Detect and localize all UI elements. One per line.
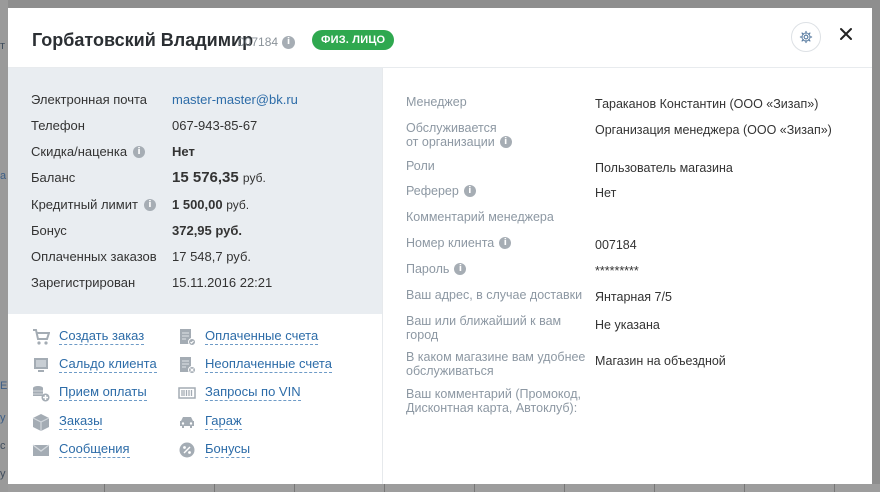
field-label: Оплаченных заказов	[31, 249, 157, 264]
percent-icon	[179, 442, 195, 458]
info-icon[interactable]: i	[133, 145, 146, 158]
action-label[interactable]: Запросы по VIN	[205, 383, 301, 401]
action-label[interactable]: Создать заказ	[59, 327, 145, 345]
field-label-line: Дисконтная карта, Автоклуб):	[406, 401, 578, 415]
bonus-value: 372,95 руб.	[172, 223, 243, 238]
registered-value: 15.11.2016 22:21	[172, 275, 273, 290]
modal-header: Горбатовский Владимир 007184 i ФИЗ. ЛИЦО	[8, 8, 872, 68]
client-id: 007184	[238, 35, 279, 49]
field-label: Телефон	[31, 118, 85, 133]
action-label[interactable]: Бонусы	[205, 440, 251, 458]
field-label-line: Ваш или ближайший к вам	[406, 314, 562, 328]
background-glyph: у	[0, 412, 6, 424]
invoice-unpaid-icon	[180, 357, 196, 374]
field-label: Роли	[406, 159, 435, 173]
currency-unit: руб.	[242, 171, 266, 185]
phone-value: 067-943-85-67	[172, 118, 258, 133]
email-link[interactable]: master-master@bk.ru	[172, 91, 298, 109]
background-glyph: Е	[0, 380, 8, 392]
close-button[interactable]	[836, 24, 856, 44]
coins-add-icon	[33, 386, 50, 402]
paid-orders-value: 17 548,7 руб.	[172, 249, 252, 264]
field-label: Бонус	[31, 223, 67, 238]
city-value: Не указана	[595, 318, 660, 332]
info-icon[interactable]: i	[499, 236, 512, 249]
background-glyph: т	[0, 40, 6, 52]
field-label: Баланс	[31, 170, 76, 185]
action-label[interactable]: Оплаченные счета	[205, 327, 319, 345]
field-label-line: Обслуживается	[406, 121, 497, 135]
field-label: Электронная почта	[31, 92, 148, 107]
background-glyph: у	[0, 468, 6, 480]
field-label-line: Ваш комментарий (Промокод,	[406, 387, 581, 401]
barcode-icon	[178, 387, 196, 399]
field-label: Зарегистрирован	[31, 275, 136, 290]
action-label[interactable]: Сальдо клиента	[59, 355, 157, 373]
field-label: Скидка/наценка	[31, 144, 128, 159]
info-icon[interactable]: i	[499, 135, 512, 148]
currency-unit: руб.	[226, 198, 250, 212]
field-label: Комментарий менеджера	[406, 210, 554, 224]
settings-button[interactable]	[791, 22, 821, 52]
field-label: Кредитный лимит	[31, 197, 138, 212]
info-icon[interactable]: i	[282, 36, 295, 49]
referrer-value: Нет	[595, 186, 617, 200]
action-label[interactable]: Гараж	[205, 412, 242, 430]
client-number-value: 007184	[595, 238, 637, 252]
background-glyph: с	[0, 440, 6, 452]
invoice-paid-icon	[180, 329, 196, 346]
box-icon	[32, 414, 50, 431]
action-label[interactable]: Прием оплаты	[59, 383, 147, 401]
cart-icon	[33, 329, 50, 345]
delivery-address-value: Янтарная 7/5	[595, 290, 672, 304]
column-divider	[382, 68, 383, 484]
action-label[interactable]: Неоплаченные счета	[205, 355, 332, 373]
background-glyph: а	[0, 170, 7, 182]
background-table-edge	[8, 484, 880, 492]
password-value: *********	[595, 264, 639, 278]
field-label: Номер клиента	[406, 236, 495, 250]
field-label-line: В каком магазине вам удобнее	[406, 350, 586, 364]
action-label[interactable]: Заказы	[59, 412, 103, 430]
info-icon[interactable]: i	[463, 184, 476, 197]
gear-icon	[799, 30, 813, 44]
field-label-line: от организации	[406, 135, 495, 149]
info-icon[interactable]: i	[143, 198, 156, 211]
client-card-modal: Горбатовский Владимир 007184 i ФИЗ. ЛИЦО…	[8, 8, 872, 484]
roles-value: Пользователь магазина	[595, 161, 733, 175]
field-label: Пароль	[406, 262, 450, 276]
manager-value: Тараканов Константин (ООО «Зизап»)	[595, 97, 819, 111]
action-label[interactable]: Сообщения	[59, 440, 130, 458]
preferred-store-value: Магазин на объездной	[595, 354, 726, 368]
client-name: Горбатовский Владимир	[32, 30, 254, 50]
field-label-line: обслуживаться	[406, 364, 494, 378]
monitor-icon	[34, 358, 48, 372]
field-label: Реферер	[406, 184, 459, 198]
car-icon	[180, 417, 194, 428]
close-icon	[840, 28, 852, 40]
client-type-badge: ФИЗ. ЛИЦО	[312, 30, 395, 50]
field-label-line: город	[406, 328, 439, 342]
info-icon[interactable]: i	[454, 262, 467, 275]
balance-value: 15 576,35	[172, 169, 239, 186]
field-label: Ваш адрес, в случае доставки	[406, 288, 583, 302]
credit-limit-value: 1 500,00	[172, 197, 223, 212]
discount-value: Нет	[172, 144, 195, 159]
field-label: Менеджер	[406, 95, 467, 109]
organization-value: Организация менеджера (ООО «Зизап»)	[595, 123, 832, 137]
envelope-icon	[32, 444, 50, 456]
